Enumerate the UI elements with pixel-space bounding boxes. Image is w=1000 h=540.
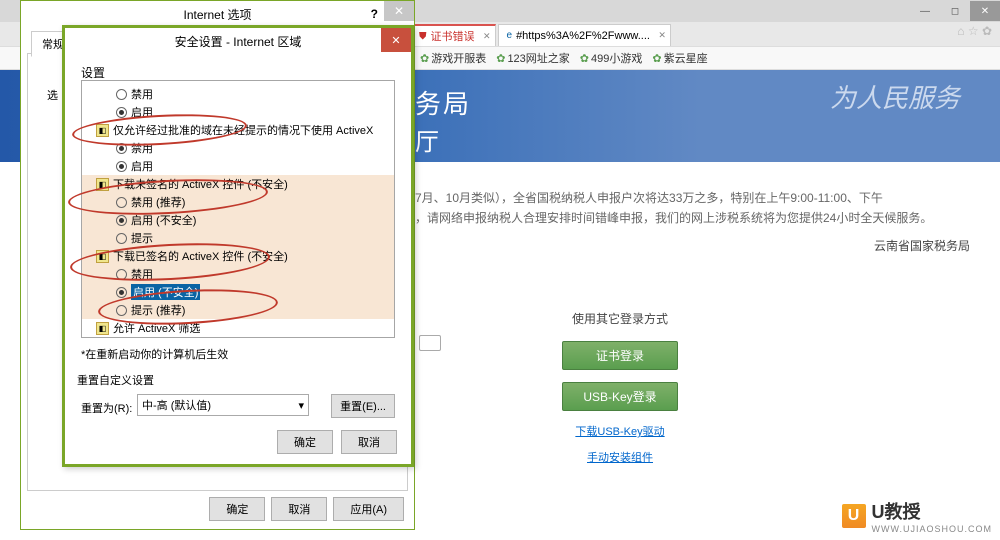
fav-link[interactable]: ✿499小游戏 — [580, 50, 643, 66]
login-panel: 使用其它登录方式 证书登录 USB-Key登录 下载USB-Key驱动 手动安装… — [530, 310, 710, 465]
ok-button[interactable]: 确定 — [209, 497, 265, 521]
tree-heading-unsigned-activex: ◧下载未签名的 ActiveX 控件 (不安全) — [82, 175, 394, 193]
ok-button[interactable]: 确定 — [277, 430, 333, 454]
logo-icon: U — [840, 502, 868, 530]
reset-button[interactable]: 重置(E)... — [331, 394, 395, 418]
minimize-button[interactable]: — — [910, 1, 940, 21]
watermark-url: WWW.UJIAOSHOU.COM — [872, 524, 993, 534]
radio-enable-unsafe[interactable]: 启用 (不安全) — [82, 283, 394, 301]
activex-icon: ◧ — [96, 250, 109, 263]
watermark-brand: U教授 — [872, 498, 993, 524]
close-button[interactable]: ✕ — [970, 1, 1000, 21]
reset-to-label: 重置为(R): — [81, 400, 132, 416]
fav-link[interactable]: ✿123网址之家 — [496, 50, 570, 66]
close-icon[interactable]: ✕ — [483, 31, 491, 42]
radio-prompt-recommended[interactable]: 提示 (推荐) — [82, 301, 394, 319]
radio-enable[interactable]: 启用 — [82, 103, 394, 121]
activex-icon: ◧ — [96, 322, 109, 335]
help-button[interactable]: ? — [371, 7, 378, 21]
fav-link[interactable]: ✿游戏开服表 — [420, 50, 486, 66]
cancel-button[interactable]: 取消 — [271, 497, 327, 521]
maximize-button[interactable]: ◻ — [940, 1, 970, 21]
cancel-button[interactable]: 取消 — [341, 430, 397, 454]
login-heading: 使用其它登录方式 — [530, 310, 710, 327]
tab-cert-error[interactable]: ⛊ 证书错误 ✕ — [410, 24, 496, 46]
star-icon: ✿ — [420, 52, 429, 65]
window-extras: ⌂ ☆ ✿ — [957, 24, 992, 38]
tree-heading-signed-activex: ◧下载已签名的 ActiveX 控件 (不安全) — [82, 247, 394, 265]
banner-title-1: 务局 — [415, 84, 471, 121]
activex-icon: ◧ — [96, 124, 109, 137]
tab-label: #https%3A%2F%2Fwww.... — [516, 30, 650, 42]
reset-group-label: 重置自定义设置 — [77, 372, 154, 388]
camera-icon — [419, 335, 441, 351]
radio-disable[interactable]: 禁用 — [82, 85, 394, 103]
close-icon[interactable]: ✕ — [384, 1, 414, 21]
dialog-titlebar[interactable]: 安全设置 - Internet 区域 ✕ — [65, 28, 411, 54]
usb-key-login-button[interactable]: USB-Key登录 — [562, 382, 678, 411]
download-driver-link[interactable]: 下载USB-Key驱动 — [530, 423, 710, 439]
settings-tree[interactable]: 禁用 启用 ◧仅允许经过批准的域在未经提示的情况下使用 ActiveX 禁用 启… — [81, 80, 395, 338]
radio-icon — [116, 215, 127, 226]
tree-heading-activex-filter: ◧允许 ActiveX 筛选 — [82, 319, 394, 337]
radio-icon — [116, 287, 127, 298]
restart-note: *在重新启动你的计算机后生效 — [81, 346, 228, 362]
ie-icon: e — [507, 30, 513, 41]
dialog-title: 安全设置 - Internet 区域 — [175, 33, 302, 50]
tree-heading-approved-domains: ◧仅允许经过批准的域在未经提示的情况下使用 ActiveX — [82, 121, 394, 139]
radio-enable-unsafe[interactable]: 启用 (不安全) — [82, 211, 394, 229]
reset-level-combobox[interactable]: 中-高 (默认值) ▾ — [137, 394, 309, 416]
radio-disable[interactable]: 禁用 — [82, 265, 394, 283]
tab-url[interactable]: e #https%3A%2F%2Fwww.... ✕ — [498, 24, 671, 46]
dialog-titlebar[interactable]: Internet 选项 ? ✕ — [21, 1, 414, 27]
radio-icon — [116, 233, 127, 244]
activex-icon: ◧ — [96, 178, 109, 191]
radio-disable-recommended[interactable]: 禁用 (推荐) — [82, 193, 394, 211]
star-icon: ✿ — [652, 52, 661, 65]
banner-slogan: 为人民服务 — [830, 78, 960, 115]
notice-text: 7月、10月类似），全省国税纳税人申报户次将达33万之多，特别在上午9:00-1… — [415, 188, 970, 256]
radio-disable[interactable]: 禁用 — [82, 337, 394, 338]
star-icon: ✿ — [496, 52, 505, 65]
manual-install-link[interactable]: 手动安装组件 — [530, 449, 710, 465]
radio-icon — [116, 89, 127, 100]
radio-icon — [116, 143, 127, 154]
banner-title-2: 厅 — [415, 122, 443, 157]
fav-link[interactable]: ✿紫云星座 — [652, 50, 707, 66]
settings-label: 设置 — [81, 64, 105, 81]
radio-icon — [116, 305, 127, 316]
radio-prompt[interactable]: 提示 — [82, 229, 394, 247]
dialog-title: Internet 选项 — [183, 6, 251, 23]
tab-label: 证书错误 — [431, 28, 475, 44]
watermark: U U教授 WWW.UJIAOSHOU.COM — [840, 498, 993, 534]
radio-disable[interactable]: 禁用 — [82, 139, 394, 157]
star-icon: ✿ — [580, 52, 589, 65]
radio-enable[interactable]: 启用 — [82, 157, 394, 175]
close-icon[interactable]: ✕ — [658, 30, 666, 41]
security-settings-dialog: 安全设置 - Internet 区域 ✕ 设置 禁用 启用 ◧仅允许经过批准的域… — [62, 25, 414, 467]
cert-login-button[interactable]: 证书登录 — [562, 341, 678, 370]
close-icon[interactable]: ✕ — [381, 28, 411, 52]
shield-icon: ⛊ — [419, 31, 427, 42]
radio-icon — [116, 107, 127, 118]
radio-icon — [116, 161, 127, 172]
radio-icon — [116, 197, 127, 208]
notice-signature: 云南省国家税务局 — [415, 236, 970, 256]
chevron-down-icon: ▾ — [298, 399, 304, 412]
radio-icon — [116, 269, 127, 280]
apply-button[interactable]: 应用(A) — [333, 497, 404, 521]
